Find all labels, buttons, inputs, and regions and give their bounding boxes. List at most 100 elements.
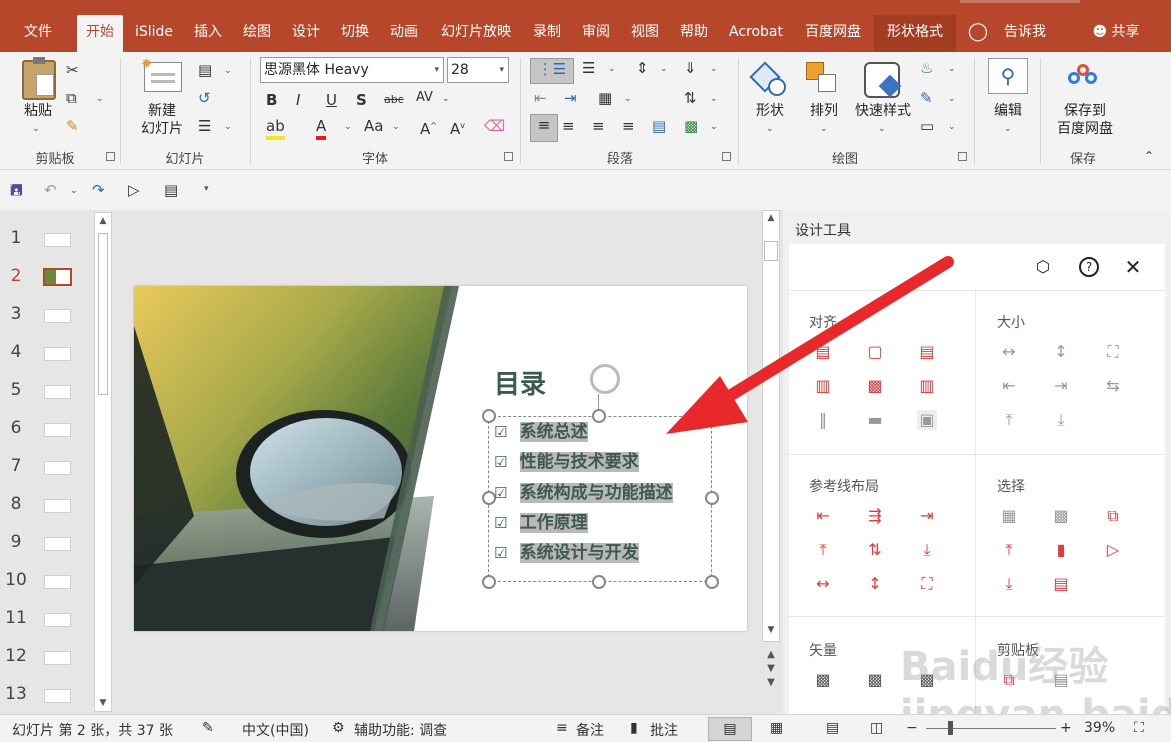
select-bottom-icon[interactable]: ⤓ [999, 574, 1019, 594]
comments-icon[interactable]: ▮ [630, 720, 638, 736]
list-item[interactable]: ☑ 系统设计与开发 [494, 538, 639, 563]
list-item[interactable]: ☑ 系统总述 [494, 417, 588, 442]
slide-title[interactable]: 目录 [494, 364, 546, 401]
slide-number[interactable]: 3 [0, 304, 32, 324]
resize-handle[interactable] [592, 409, 606, 423]
reading-view-icon[interactable]: ▤ [826, 720, 839, 736]
change-case-dropdown-icon[interactable]: ⌄ [392, 122, 400, 132]
swap-icon[interactable]: ⇆ [1103, 376, 1123, 396]
slide-number[interactable]: 9 [0, 532, 32, 552]
increase-indent-icon[interactable]: ⇥ [564, 88, 577, 108]
grow-font-icon[interactable]: A^ [420, 116, 437, 139]
columns-dropdown-icon[interactable]: ⌄ [624, 94, 632, 104]
shape-outline-dropdown-icon[interactable]: ⌄ [948, 94, 956, 104]
font-launcher-icon[interactable] [504, 152, 513, 161]
language-indicator[interactable]: 中文(中国) [242, 720, 309, 740]
thumbnails-scrollbar[interactable]: ▲ ▼ [94, 212, 112, 712]
shrink-font-icon[interactable]: Av [450, 116, 465, 139]
paste-button[interactable]: 粘贴 [18, 102, 58, 120]
slide-thumbnail[interactable] [44, 423, 71, 437]
copy-icon[interactable]: ⧉ [66, 88, 77, 108]
accessibility-icon[interactable]: ⚙ [332, 720, 345, 736]
font-name-combo[interactable]: 思源黑体 Heavy ▾ [260, 57, 444, 83]
tab-draw[interactable]: 绘图 [235, 15, 279, 52]
numbering-icon[interactable]: ☰ [582, 58, 595, 78]
section-dropdown-icon[interactable]: ⌄ [224, 122, 232, 132]
align-text-dropdown-icon[interactable]: ⌄ [710, 94, 718, 104]
tab-design[interactable]: 设计 [284, 15, 328, 52]
shape-fill-dropdown-icon[interactable]: ⌄ [948, 64, 956, 74]
slide-thumbnail[interactable] [44, 613, 71, 627]
select-similar-icon[interactable]: ▩ [1051, 506, 1071, 526]
slide-thumbnail[interactable] [44, 347, 71, 361]
drawing-launcher-icon[interactable] [958, 152, 967, 161]
tab-record[interactable]: 录制 [525, 15, 569, 52]
text-direction-dropdown-icon[interactable]: ⌄ [710, 64, 718, 74]
italic-icon[interactable]: I [296, 90, 300, 110]
scrollbar-thumb[interactable] [98, 233, 108, 395]
stretch-right-icon[interactable]: ⇥ [1051, 376, 1071, 396]
section-icon[interactable]: ☰ [198, 116, 211, 136]
guide-center-v-icon[interactable]: ⇶ [865, 506, 885, 526]
help-icon[interactable]: ? [1079, 257, 1099, 277]
char-spacing-icon[interactable]: AV [416, 88, 433, 108]
lightbulb-icon[interactable]: ◯ [966, 15, 990, 52]
paragraph-launcher-icon[interactable] [722, 152, 731, 161]
layout-icon[interactable]: ▤ [198, 60, 212, 80]
collapse-ribbon-icon[interactable]: ⌃ [1144, 146, 1154, 166]
numbering-dropdown-icon[interactable]: ⌄ [608, 64, 616, 74]
shape-fill-icon[interactable]: ♨ [920, 58, 933, 78]
arrange-icon[interactable] [806, 62, 840, 96]
tab-review[interactable]: 审阅 [574, 15, 618, 52]
fit-to-window-icon[interactable]: ⛶ [1134, 720, 1144, 736]
guide-bottom-icon[interactable]: ⤓ [917, 540, 937, 560]
same-size-icon[interactable]: ⛶ [1103, 342, 1123, 362]
comments-button[interactable]: 批注 [650, 720, 678, 740]
slide-thumbnail[interactable] [44, 385, 71, 399]
stretch-top-icon[interactable]: ⤒ [999, 410, 1019, 430]
align-right-icon[interactable]: ≡ [592, 116, 605, 136]
bullets-icon[interactable]: ⋮☰ [530, 58, 574, 84]
select-pointer-icon[interactable]: ▷ [1103, 540, 1123, 560]
select-top-icon[interactable]: ⤒ [999, 540, 1019, 560]
scroll-down-icon[interactable]: ▼ [95, 695, 111, 711]
list-item[interactable]: ☑ 工作原理 [494, 508, 588, 533]
vector-union-icon[interactable]: ▩ [813, 670, 833, 690]
shape-outline-icon[interactable]: ✎ [920, 88, 933, 108]
tab-animations[interactable]: 动画 [382, 15, 426, 52]
edit-button[interactable]: 编辑 [984, 102, 1032, 120]
new-slide-button[interactable]: 新建 幻灯片 [130, 102, 194, 138]
slide-thumbnail[interactable] [44, 575, 71, 589]
customize-qat-icon[interactable]: ▾ [204, 184, 209, 194]
font-size-combo[interactable]: 28 ▾ [447, 57, 509, 83]
notes-button[interactable]: 备注 [576, 720, 604, 740]
tab-slideshow[interactable]: 幻灯片放映 [432, 15, 520, 52]
stretch-left-icon[interactable]: ⇤ [999, 376, 1019, 396]
slide-number[interactable]: 7 [0, 456, 32, 476]
tab-home[interactable]: 开始 [77, 15, 123, 52]
spellcheck-icon[interactable]: ✎ [202, 720, 214, 736]
select-copy-icon[interactable]: ⧉ [1103, 506, 1123, 526]
slide-thumbnail[interactable] [44, 309, 71, 323]
char-spacing-dropdown-icon[interactable]: ⌄ [442, 94, 450, 104]
tab-file[interactable]: 文件 [14, 15, 62, 52]
start-slideshow-icon[interactable]: ▷ [128, 180, 140, 200]
align-text-icon[interactable]: ⇅ [684, 88, 697, 108]
slide-number[interactable]: 12 [0, 646, 32, 666]
zoom-in-icon[interactable]: + [1060, 720, 1072, 736]
zoom-level[interactable]: 39% [1084, 720, 1115, 736]
select-stack-icon[interactable]: ▤ [1051, 574, 1071, 594]
slide-number[interactable]: 2 [0, 266, 32, 286]
guide-top-icon[interactable]: ⤒ [813, 540, 833, 560]
undo-dropdown-icon[interactable]: ⌄ [70, 186, 78, 196]
resize-handle[interactable] [705, 575, 719, 589]
line-spacing-dropdown-icon[interactable]: ⌄ [660, 64, 668, 74]
guide-left-icon[interactable]: ⇤ [813, 506, 833, 526]
quick-styles-button[interactable]: 快速样式 [848, 102, 918, 120]
quick-styles-dropdown-icon[interactable]: ⌄ [878, 124, 886, 134]
align-center-icon[interactable]: ≡ [562, 116, 575, 136]
redo-icon[interactable]: ↷ [92, 180, 105, 200]
shape-effects-icon[interactable]: ▭ [920, 116, 934, 136]
scroll-up-icon[interactable]: ▲ [763, 213, 779, 227]
tab-shape-format[interactable]: 形状格式 [874, 15, 956, 52]
